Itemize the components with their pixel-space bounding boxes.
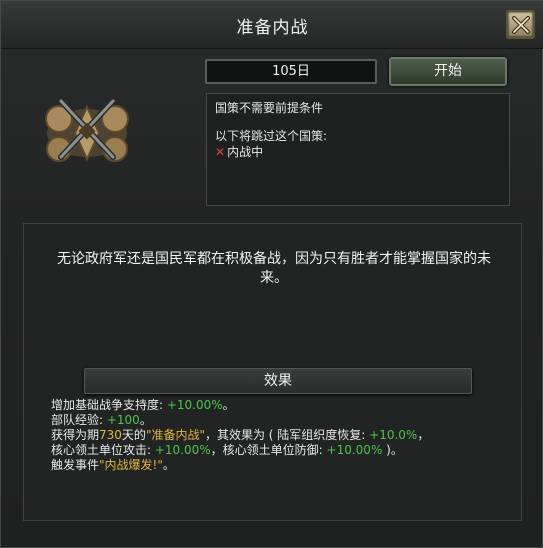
bypass-condition-label: 内战中 bbox=[227, 145, 264, 159]
focus-description: 无论政府军还是国民军都在积极备战，因为只有胜者才能掌握国家的未来。 bbox=[57, 251, 491, 286]
effects-list: 增加基础战争支持度: +10.00%。 部队经验: +100。 获得为期730天… bbox=[51, 398, 521, 473]
effect-core-attack-defense: 核心领土单位攻击: +10.00%，核心领土单位防御: +10.00% )。 bbox=[51, 443, 403, 457]
effects-header: 效果 bbox=[84, 368, 472, 394]
focus-window: 准备内战 105日 开始 国策不需要前提条件 以下将跳过这个国策: ✕ 内战中 无… bbox=[0, 0, 543, 548]
effect-national-spirit: 获得为期730天的"准备内战"，其效果为 ( 陆军组织度恢复: +10.0%， bbox=[51, 428, 430, 442]
focus-duration: 105日 bbox=[205, 59, 377, 84]
window-title: 准备内战 bbox=[236, 18, 309, 38]
bypass-condition: ✕ 内战中 bbox=[215, 144, 501, 160]
close-x-icon bbox=[511, 15, 530, 34]
red-x-icon: ✕ bbox=[215, 145, 226, 159]
no-prerequisites-text: 国策不需要前提条件 bbox=[215, 101, 324, 115]
effect-war-support: 增加基础战争支持度: +10.00%。 bbox=[51, 398, 235, 412]
start-button[interactable]: 开始 bbox=[389, 57, 507, 86]
bypass-intro-text: 以下将跳过这个国策: bbox=[215, 129, 328, 143]
prerequisites-panel: 国策不需要前提条件 以下将跳过这个国策: ✕ 内战中 bbox=[206, 93, 510, 206]
title-bar: 准备内战 bbox=[1, 1, 543, 49]
description-panel: 无论政府军还是国民军都在积极备战，因为只有胜者才能掌握国家的未来。 效果 增加基… bbox=[23, 223, 522, 521]
close-button[interactable] bbox=[506, 10, 535, 39]
crossed-swords-focus-icon bbox=[45, 98, 129, 162]
effect-army-experience: 部队经验: +100。 bbox=[51, 413, 152, 427]
effect-trigger-event: 触发事件"内战爆发!"。 bbox=[51, 458, 175, 472]
